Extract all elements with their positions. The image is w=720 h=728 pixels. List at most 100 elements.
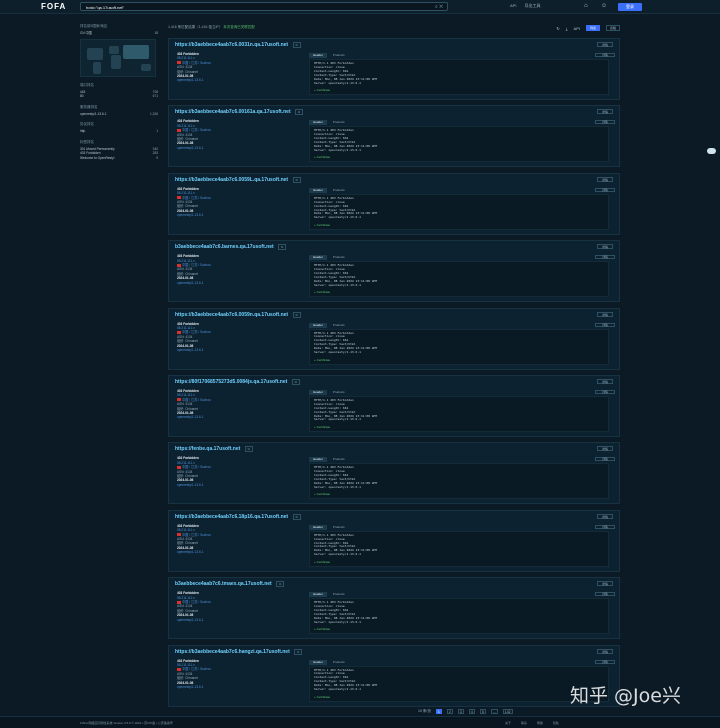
result-host-link[interactable]: https://fenbe.qa.17usoft.net <box>175 446 240 452</box>
copy-icon[interactable]: ⧉ <box>292 311 301 318</box>
copy-icon[interactable]: ⧉ <box>291 378 300 385</box>
tab-products[interactable]: Products <box>329 120 349 125</box>
footer-link[interactable]: 帮助 <box>537 721 543 725</box>
certificate-link[interactable]: + Certificate <box>314 492 330 496</box>
result-server[interactable]: openresty/1.13.6.1 <box>177 146 211 150</box>
page-button[interactable]: 5 <box>479 709 486 714</box>
tab-header[interactable]: Header <box>309 120 327 126</box>
certificate-link[interactable]: + Certificate <box>314 425 330 429</box>
banner-detail-button[interactable]: 详情 <box>595 659 615 664</box>
detail-button[interactable]: 详情 <box>597 446 613 452</box>
copy-icon[interactable]: ⧉ <box>292 513 301 520</box>
login-button[interactable]: 登录 <box>618 3 642 11</box>
detail-button[interactable]: 详情 <box>597 176 613 182</box>
result-server[interactable]: openresty/1.13.6.1 <box>177 483 211 487</box>
tab-header[interactable]: Header <box>309 53 327 58</box>
tab-header[interactable]: Header <box>309 255 327 261</box>
per-page-select[interactable]: 10 条/页 <box>418 709 431 714</box>
side-handle[interactable] <box>707 148 716 154</box>
tab-products[interactable]: Products <box>329 255 349 260</box>
tab-header[interactable]: Header <box>309 524 327 530</box>
result-server[interactable]: openresty/1.13.6.1 <box>177 213 211 217</box>
nav-export-tool[interactable]: 导出工具 <box>524 3 540 9</box>
tab-products[interactable]: Products <box>329 525 349 530</box>
query-hint[interactable]: 本次查询已关联匹配 <box>223 25 255 29</box>
certificate-link[interactable]: + Certificate <box>314 627 330 631</box>
banner-detail-button[interactable]: 详情 <box>595 524 615 529</box>
footer-link[interactable]: 关于 <box>505 721 511 725</box>
copy-icon[interactable]: ⧉ <box>292 176 301 183</box>
banner-detail-button[interactable]: 详情 <box>595 120 615 125</box>
tab-header[interactable]: Header <box>309 322 327 328</box>
copy-icon[interactable]: ⧉ <box>292 42 301 48</box>
sidebar-row[interactable]: CN 中国 18 <box>80 31 158 36</box>
certificate-link[interactable]: + Certificate <box>314 223 330 227</box>
table-view-button[interactable]: 表格 <box>606 25 620 31</box>
search-icon[interactable]: ⌕ ✕ <box>435 4 443 10</box>
tab-header[interactable]: Header <box>309 389 327 395</box>
tab-products[interactable]: Products <box>329 188 349 193</box>
copy-icon[interactable]: ⧉ <box>244 446 253 453</box>
banner-detail-button[interactable]: 详情 <box>595 389 615 394</box>
page-button[interactable]: 1 <box>435 709 442 714</box>
page-button[interactable]: 2 <box>446 709 453 714</box>
banner-detail-button[interactable]: 详情 <box>595 457 615 462</box>
download-icon[interactable]: ⤓ <box>566 26 568 31</box>
tab-header[interactable]: Header <box>309 187 327 193</box>
detail-button[interactable]: 详情 <box>597 42 613 47</box>
page-button[interactable]: ... <box>490 709 498 714</box>
result-server[interactable]: openresty/1.13.6.1 <box>177 685 211 689</box>
detail-button[interactable]: 详情 <box>597 648 613 654</box>
nav-api[interactable]: API <box>510 3 516 9</box>
result-host-link[interactable]: https://b3aebbece4aab7c6.hangzi.qa.17uso… <box>175 649 290 655</box>
sidebar-row[interactable]: Welcome to OpenResty! 9 <box>80 156 158 161</box>
banner-detail-button[interactable]: 详情 <box>595 187 615 192</box>
certificate-link[interactable]: + Certificate <box>314 358 330 362</box>
result-server[interactable]: openresty/1.13.6.1 <box>177 415 211 419</box>
detail-button[interactable]: 详情 <box>597 581 613 587</box>
footer-link[interactable]: 联系 <box>521 721 527 725</box>
copy-icon[interactable]: ⧉ <box>276 581 285 588</box>
refresh-icon[interactable]: ↻ <box>556 26 559 31</box>
detail-button[interactable]: 详情 <box>597 109 613 115</box>
result-host-link[interactable]: b3aebbece4aab7c6.barnes.qa.17usoft.net <box>175 244 274 250</box>
detail-button[interactable]: 详情 <box>597 311 613 317</box>
result-location[interactable]: 中国 / 江苏 / Suzhou <box>177 128 211 132</box>
copy-icon[interactable]: ⧉ <box>294 648 303 655</box>
result-server[interactable]: openresty/1.13.6.1 <box>177 78 211 82</box>
result-server[interactable]: openresty/1.13.6.1 <box>177 348 211 352</box>
search-query-text[interactable]: host="qa.17usoft.net" <box>86 5 124 10</box>
tab-products[interactable]: Products <box>329 660 349 665</box>
footer-link[interactable]: 隐私 <box>553 721 559 725</box>
detail-button[interactable]: 详情 <box>597 244 613 250</box>
certificate-link[interactable]: + Certificate <box>314 290 330 294</box>
result-host-link[interactable]: b3aebbece4aab7c6.tmaex.qa.17usoft.net <box>175 581 272 587</box>
banner-detail-button[interactable]: 详情 <box>595 322 615 327</box>
copy-icon[interactable]: ⧉ <box>295 109 304 116</box>
tab-header[interactable]: Header <box>309 659 327 665</box>
banner-detail-button[interactable]: 详情 <box>595 255 615 260</box>
result-host-link[interactable]: https://80f17068575273d5.0084js.qa.17uso… <box>175 379 287 385</box>
result-host-link[interactable]: https://b3aebbece4aab7c6.18p16.qa.17usof… <box>175 514 288 520</box>
page-button[interactable]: 142 <box>502 709 513 714</box>
result-location[interactable]: 中国 / 江苏 / Suzhou <box>177 465 211 469</box>
tab-products[interactable]: Products <box>329 390 349 395</box>
result-host-link[interactable]: https://b3aebbece4aab7c6.00161a.qa.17uso… <box>175 109 291 115</box>
page-button[interactable]: 4 <box>468 709 475 714</box>
sidebar-row[interactable]: openresty/1.13.6.1 1,326 <box>80 112 158 117</box>
detail-button[interactable]: 详情 <box>597 378 613 384</box>
page-button[interactable]: 3 <box>457 709 464 714</box>
tab-products[interactable]: Products <box>329 323 349 328</box>
result-server[interactable]: openresty/1.13.6.1 <box>177 550 211 554</box>
search-input[interactable]: host="qa.17usoft.net" ⌕ ✕ <box>80 2 448 11</box>
tab-header[interactable]: Header <box>309 592 327 598</box>
user-icon[interactable]: ☺ <box>601 3 607 9</box>
copy-icon[interactable]: ⧉ <box>278 244 287 251</box>
banner-detail-button[interactable]: 详情 <box>595 53 615 57</box>
tab-products[interactable]: Products <box>329 53 349 58</box>
sidebar-row[interactable]: 80 671 <box>80 94 158 99</box>
list-view-button[interactable]: 列表 <box>586 25 600 31</box>
banner-detail-button[interactable]: 详情 <box>595 592 615 597</box>
certificate-link[interactable]: + Certificate <box>314 88 330 92</box>
result-host-link[interactable]: https://b3aebbece4aab7c6.0031n.qa.17usof… <box>175 42 288 48</box>
